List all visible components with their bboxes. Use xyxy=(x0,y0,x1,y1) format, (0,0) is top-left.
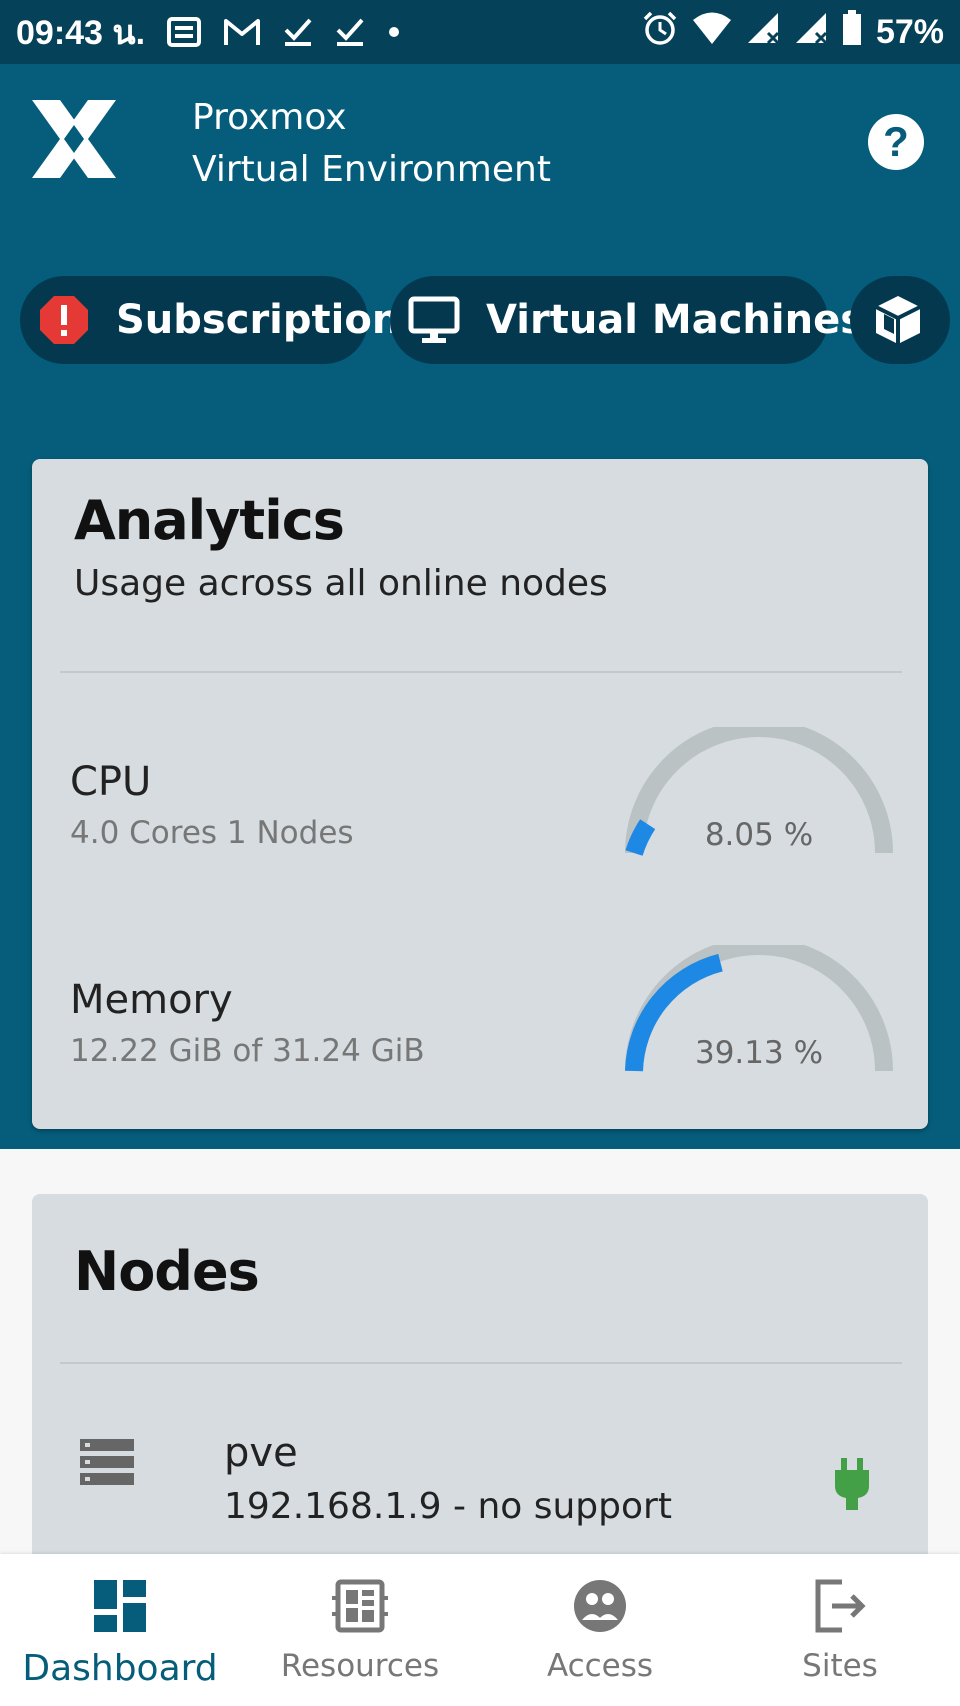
nav-access[interactable]: Access xyxy=(480,1554,720,1706)
nav-resources[interactable]: Resources xyxy=(240,1554,480,1706)
access-icon xyxy=(574,1580,626,1632)
check-icon xyxy=(335,17,365,47)
resources-icon xyxy=(332,1579,388,1633)
subscription-chip[interactable]: Subscription xyxy=(20,276,400,364)
app-title-line2: Virtual Environment xyxy=(192,149,551,190)
nav-sites-label: Sites xyxy=(802,1648,878,1684)
news-icon xyxy=(167,17,202,47)
proxmox-logo xyxy=(24,94,124,184)
node-detail: 192.168.1.9 - no support xyxy=(224,1486,672,1527)
memory-detail: 12.22 GiB of 31.24 GiB xyxy=(70,1033,425,1069)
battery-icon xyxy=(842,9,862,55)
virtual-machines-label: Virtual Machines xyxy=(486,297,865,343)
memory-label: Memory xyxy=(70,977,233,1023)
node-name: pve xyxy=(224,1430,298,1476)
plug-icon xyxy=(832,1458,872,1510)
sites-icon xyxy=(815,1579,866,1633)
help-icon[interactable]: ? xyxy=(868,114,924,170)
monitor-icon xyxy=(408,294,460,346)
nav-sites[interactable]: Sites xyxy=(720,1554,960,1706)
cpu-label: CPU xyxy=(70,759,152,805)
cpu-value: 8.05 % xyxy=(704,817,814,853)
dot-icon xyxy=(387,25,401,39)
memory-value: 39.13 % xyxy=(694,1035,824,1071)
containers-chip[interactable] xyxy=(850,276,950,364)
divider xyxy=(60,1362,902,1364)
nodes-card: Nodes pve 192.168.1.9 - no support xyxy=(32,1194,928,1614)
app-title: Proxmox Virtual Environment xyxy=(192,92,551,196)
virtual-machines-chip[interactable]: Virtual Machines xyxy=(390,276,864,364)
signal-icon xyxy=(794,11,828,54)
check-icon xyxy=(283,17,313,47)
cpu-detail: 4.0 Cores 1 Nodes xyxy=(70,815,354,851)
analytics-subtitle: Usage across all online nodes xyxy=(74,563,608,604)
nodes-title: Nodes xyxy=(74,1240,260,1303)
status-bar: 09:43 น. 57% xyxy=(0,0,960,64)
app-title-line1: Proxmox xyxy=(192,97,347,138)
status-right: 57% xyxy=(642,9,944,55)
nav-dashboard-label: Dashboard xyxy=(22,1648,218,1689)
battery-level: 57% xyxy=(875,12,944,51)
container-icon xyxy=(872,294,924,346)
bottom-navigation: Dashboard Resources Access Sites xyxy=(0,1554,960,1706)
divider xyxy=(60,671,902,673)
subscription-label: Subscription xyxy=(116,297,401,343)
alarm-icon xyxy=(642,10,678,55)
alert-icon xyxy=(38,294,90,346)
quick-actions: Subscription Virtual Machines xyxy=(20,276,950,366)
nav-dashboard[interactable]: Dashboard xyxy=(0,1554,240,1706)
status-time: 09:43 น. xyxy=(16,14,146,52)
status-left: 09:43 น. xyxy=(16,5,401,59)
dashboard-icon xyxy=(94,1580,146,1632)
analytics-card: Analytics Usage across all online nodes … xyxy=(32,459,928,1129)
gmail-icon xyxy=(223,17,261,47)
wifi-icon xyxy=(692,11,732,54)
nav-resources-label: Resources xyxy=(280,1648,440,1684)
server-icon xyxy=(80,1439,134,1485)
nav-access-label: Access xyxy=(546,1648,654,1684)
analytics-title: Analytics xyxy=(74,489,345,552)
signal-icon xyxy=(746,11,780,54)
